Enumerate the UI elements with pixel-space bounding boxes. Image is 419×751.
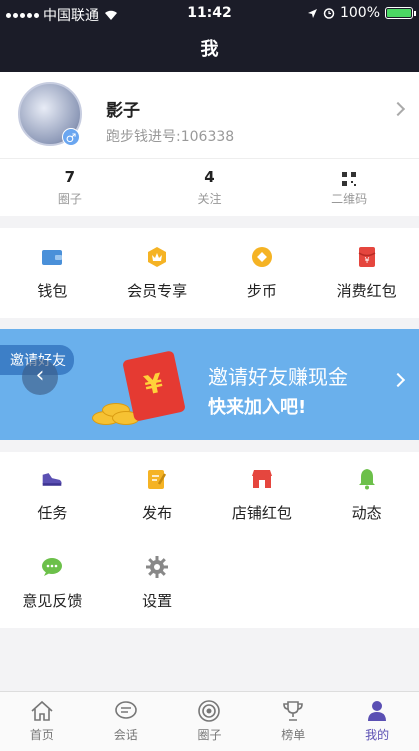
red-packet-button[interactable]: ¥ 消费红包 — [314, 228, 419, 318]
message-icon — [114, 701, 137, 719]
stat-circles-value: 7 — [64, 168, 76, 186]
invite-banner[interactable]: ¥ 邀请好友 ‹ 邀请好友赚现金 快来加入吧! — [0, 329, 419, 440]
home-icon — [31, 700, 53, 721]
target-icon — [198, 700, 221, 722]
stats-row: 7 圈子 4 关注 二维码 — [0, 158, 419, 216]
battery-icon — [385, 7, 416, 19]
tab-circles[interactable]: 圈子 — [168, 692, 252, 751]
chevron-right-icon[interactable] — [390, 372, 406, 388]
wallet-button[interactable]: 钱包 — [0, 228, 105, 318]
chevron-left-icon[interactable]: ‹ — [22, 359, 58, 395]
tab-circles-label: 圈子 — [197, 728, 222, 742]
gender-male-icon: ♂ — [62, 128, 80, 146]
tab-rankings-label: 榜单 — [281, 728, 306, 742]
stat-following-value: 4 — [204, 168, 215, 186]
publish-label: 发布 — [142, 504, 173, 522]
alarm-icon — [323, 8, 335, 19]
tab-bar: 首页 会话 圈子 榜单 我的 — [0, 691, 419, 751]
vip-label: 会员专享 — [127, 282, 188, 300]
wallet-label: 钱包 — [37, 282, 68, 300]
vip-button[interactable]: 会员专享 — [105, 228, 210, 318]
stat-circles[interactable]: 7 圈子 — [0, 159, 140, 216]
tab-me[interactable]: 我的 — [335, 692, 419, 751]
stat-following-label: 关注 — [197, 192, 222, 206]
status-bar: 中国联通 11:42 100% — [0, 0, 419, 28]
profile-name: 影子 — [106, 101, 140, 121]
qr-code-label: 二维码 — [331, 192, 368, 206]
edit-icon — [148, 470, 167, 489]
svg-text:¥: ¥ — [364, 256, 369, 265]
settings-label: 设置 — [142, 592, 173, 610]
banner-subline: 快来加入吧! — [208, 397, 307, 418]
activity-button[interactable]: 动态 — [314, 452, 419, 540]
sneaker-icon — [43, 473, 62, 486]
gear-icon — [146, 556, 169, 578]
feature-grid: 任务 发布 店铺红包 动态 意见反馈 设置 — [0, 452, 419, 628]
settings-button[interactable]: 设置 — [105, 540, 210, 628]
qr-code-button[interactable]: 二维码 — [279, 159, 419, 216]
shop-red-packet-label: 店铺红包 — [231, 504, 292, 522]
shop-icon — [251, 470, 272, 488]
activity-label: 动态 — [351, 504, 382, 522]
shop-red-packet-button[interactable]: 店铺红包 — [210, 452, 315, 540]
tab-home-label: 首页 — [29, 728, 54, 742]
banner-headline: 邀请好友赚现金 — [208, 365, 348, 389]
tab-messages[interactable]: 会话 — [84, 692, 168, 751]
vip-badge-icon — [148, 247, 167, 267]
tab-rankings[interactable]: 榜单 — [251, 692, 335, 751]
red-packet-label: 消费红包 — [336, 282, 397, 300]
wallet-row: 钱包 会员专享 步币 ¥ 消费红包 — [0, 228, 419, 318]
profile-card[interactable]: ♂ 影子 跑步钱进号:106338 — [0, 72, 419, 158]
trophy-icon — [283, 701, 304, 721]
bell-icon — [358, 469, 375, 490]
qr-code-icon — [342, 172, 357, 186]
tab-home[interactable]: 首页 — [0, 692, 84, 751]
step-coin-button[interactable]: 步币 — [210, 228, 315, 318]
battery-percent: 100% — [339, 5, 380, 21]
coin-icon — [251, 247, 272, 267]
page-title: 我 — [0, 28, 419, 72]
red-packet-icon: ¥ — [358, 247, 376, 267]
feedback-button[interactable]: 意见反馈 — [0, 540, 105, 628]
chat-bubble-icon — [42, 558, 63, 576]
tab-me-label: 我的 — [365, 728, 390, 742]
wallet-icon — [42, 250, 63, 265]
chevron-right-icon[interactable] — [390, 101, 406, 117]
publish-button[interactable]: 发布 — [105, 452, 210, 540]
task-label: 任务 — [37, 504, 68, 522]
profile-account-id: 跑步钱进号:106338 — [106, 129, 235, 145]
step-coin-label: 步币 — [246, 282, 277, 300]
stat-circles-label: 圈子 — [57, 192, 82, 206]
user-icon — [368, 701, 387, 721]
stat-following[interactable]: 4 关注 — [140, 159, 280, 216]
task-button[interactable]: 任务 — [0, 452, 105, 540]
tab-messages-label: 会话 — [113, 728, 138, 742]
location-icon — [307, 8, 317, 18]
feedback-label: 意见反馈 — [22, 592, 83, 610]
